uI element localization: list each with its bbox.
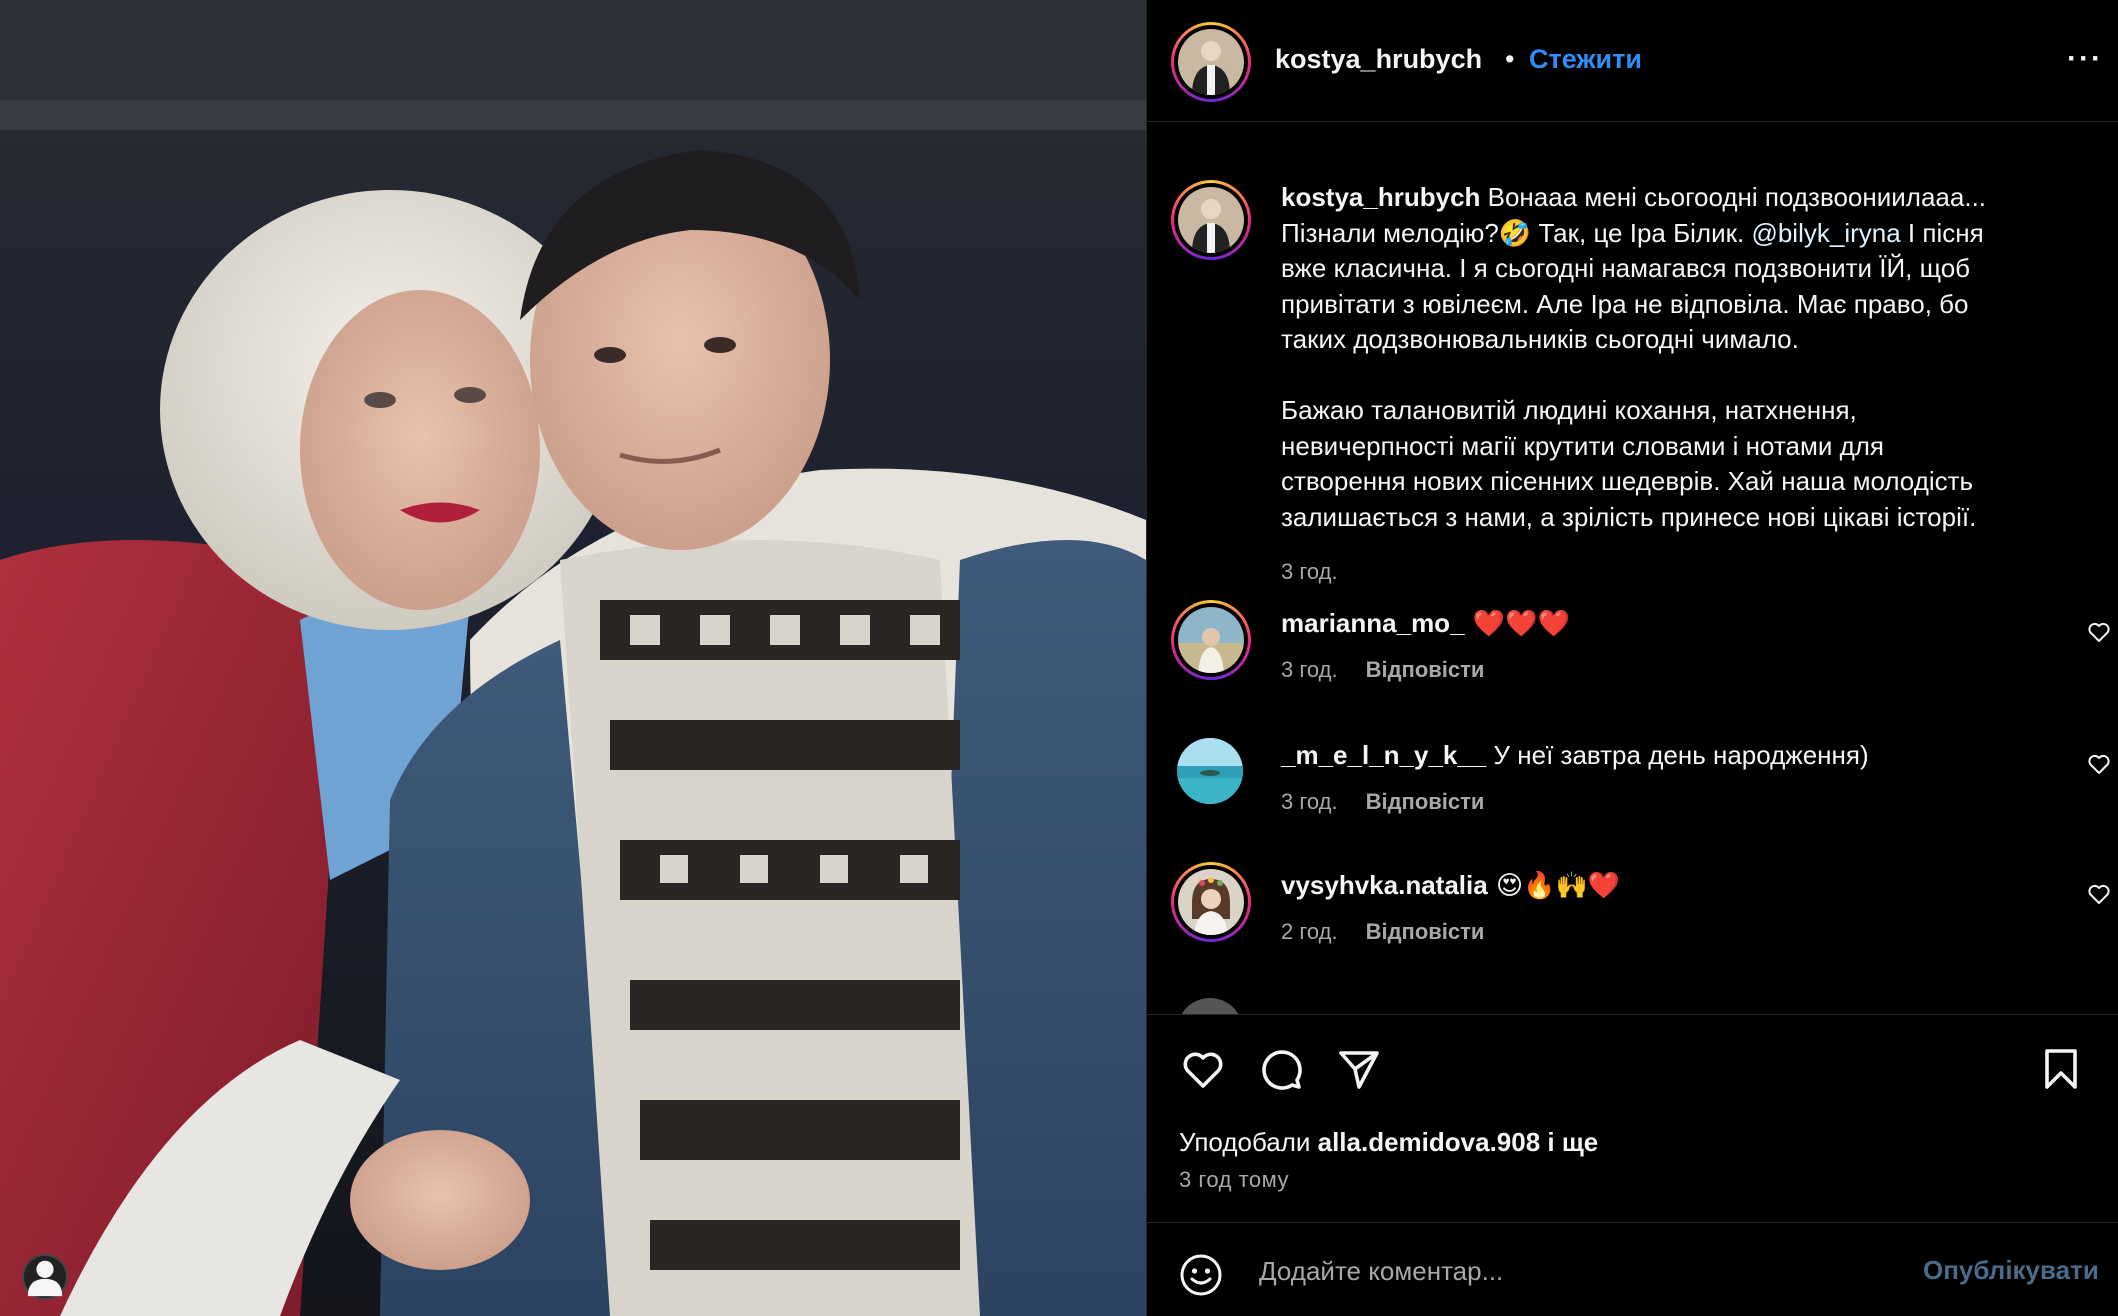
post-photo-illustration <box>0 0 1146 1316</box>
comment-like-heart-icon[interactable] <box>2087 882 2111 906</box>
comment-text: 😍🔥🙌❤️ <box>1487 871 1621 901</box>
comment-username[interactable]: _m_e_l_n_y_k__ <box>1281 740 1486 770</box>
post-photo[interactable] <box>0 0 1146 1316</box>
comment-icon[interactable] <box>1257 1045 1305 1093</box>
comment-like-heart-icon[interactable] <box>2087 620 2111 644</box>
reply-button[interactable]: Відповісти <box>1366 789 1485 814</box>
caption-line-4: привітати з ювілеєм. Але Іра не відповіл… <box>1281 288 1969 319</box>
post-timestamp: 3 год тому <box>1179 1167 1290 1192</box>
comments-scroll-area[interactable]: kostya_hrubych Вонааа мені сьогоодні под… <box>1147 122 2118 1014</box>
caption-line-3: вже класична. І я сьогодні намагався под… <box>1281 253 1971 283</box>
comment-avatar-ring[interactable] <box>1171 862 1251 942</box>
heart-icon[interactable] <box>1179 1045 1227 1093</box>
comment-text: У неї завтра день народження) <box>1486 740 1869 770</box>
more-options-icon[interactable]: ··· <box>2067 42 2103 76</box>
comment-item: _m_e_l_n_y_k__ У неї завтра день народже… <box>1147 730 2118 840</box>
comment-meta: 3 год. Відповісти <box>1281 789 1484 815</box>
post-actions: Уподобали alla.demidova.908 і ще 3 год т… <box>1147 1014 2118 1220</box>
smiley-icon[interactable] <box>1179 1253 1223 1297</box>
comment-item: vysyhvka.natalia 😍🔥🙌❤️ 2 год. Відповісти <box>1147 860 2118 970</box>
comment-input[interactable] <box>1259 1249 1859 1293</box>
caption-line-7: невичерпності магії крутити словами і но… <box>1281 430 1884 461</box>
header-separator: • <box>1505 44 1515 74</box>
caption-line-8: створення нових пісенних шедеврів. Хай н… <box>1281 466 1974 496</box>
comment-username[interactable]: vysyhvka.natalia <box>1281 870 1488 900</box>
caption-text: kostya_hrubych Вонааа мені сьогоодні под… <box>1281 180 2081 535</box>
paper-plane-icon[interactable] <box>1335 1045 1383 1093</box>
comment-text-line: _m_e_l_n_y_k__ У неї завтра день народже… <box>1281 740 1869 771</box>
caption-author-avatar <box>1178 187 1244 253</box>
comment-avatar <box>1178 869 1244 935</box>
caption-line-5: таких додзвонювальників сьогодні чимало. <box>1281 324 1799 354</box>
comment-item: marianna_mo_ ❤️❤️❤️ 3 год. Відповісти <box>1147 598 2118 708</box>
user-tag-icon <box>27 1260 63 1297</box>
likes-username[interactable]: alla.demidova.908 <box>1318 1127 1541 1157</box>
comment-text: ❤️❤️❤️ <box>1464 609 1570 639</box>
follow-button[interactable]: Стежити <box>1529 44 1642 75</box>
comment-meta: 2 год. Відповісти <box>1281 919 1484 945</box>
caption-author-username[interactable]: kostya_hrubych <box>1281 182 1480 212</box>
caption-mention-link[interactable]: @bilyk_iryna <box>1751 218 1900 248</box>
reply-button[interactable]: Відповісти <box>1366 919 1485 944</box>
likes-more[interactable]: і ще <box>1540 1127 1598 1157</box>
caption-line-6: Бажаю талановитій людині кохання, натхне… <box>1281 395 1857 425</box>
reply-button[interactable]: Відповісти <box>1366 657 1485 682</box>
add-comment-bar: Опублікувати <box>1147 1222 2118 1316</box>
comment-text-line: vysyhvka.natalia 😍🔥🙌❤️ <box>1281 870 1620 901</box>
caption-timestamp: 3 год. <box>1281 559 1338 584</box>
comment-like-heart-icon[interactable] <box>2087 752 2111 776</box>
comment-time: 3 год. <box>1281 789 1338 814</box>
post-sidebar: kostya_hrubych • Стежити ··· kostya_hrub… <box>1146 0 2118 1316</box>
comment-avatar[interactable] <box>1177 738 1243 804</box>
comment-avatar-ring[interactable] <box>1171 600 1251 680</box>
comment-time: 2 год. <box>1281 919 1338 944</box>
caption-avatar-ring[interactable] <box>1171 180 1251 260</box>
comment-text-line: marianna_mo_ ❤️❤️❤️ <box>1281 608 1570 639</box>
comment-time: 3 год. <box>1281 657 1338 682</box>
likes-prefix: Уподобали <box>1179 1127 1318 1157</box>
comment-avatar[interactable] <box>1177 998 1243 1014</box>
author-avatar-ring[interactable] <box>1171 22 1251 102</box>
comment-username[interactable]: marianna_mo_ <box>1281 608 1465 638</box>
caption-line-2a: Пізнали мелодію?🤣 Так, це Іра Білик. <box>1281 217 1752 248</box>
caption-line-1: Вонааа мені сьогоодні подзвоониилааа... <box>1480 182 1987 212</box>
publish-button[interactable]: Опублікувати <box>1923 1255 2099 1286</box>
likes-summary[interactable]: Уподобали alla.demidova.908 і ще <box>1179 1127 1598 1158</box>
comment-item-partial <box>1147 990 2118 1014</box>
user-tag-button[interactable] <box>22 1254 68 1300</box>
post-header: kostya_hrubych • Стежити ··· <box>1147 0 2118 122</box>
comment-avatar <box>1178 607 1244 673</box>
bookmark-icon[interactable] <box>2037 1045 2085 1093</box>
caption-line-2b: І пісня <box>1900 217 1984 248</box>
author-username[interactable]: kostya_hrubych <box>1275 44 1482 75</box>
caption-line-9: залишається з нами, а зрілість принесе н… <box>1281 501 1977 532</box>
author-avatar <box>1178 29 1244 95</box>
comment-meta: 3 год. Відповісти <box>1281 657 1484 683</box>
